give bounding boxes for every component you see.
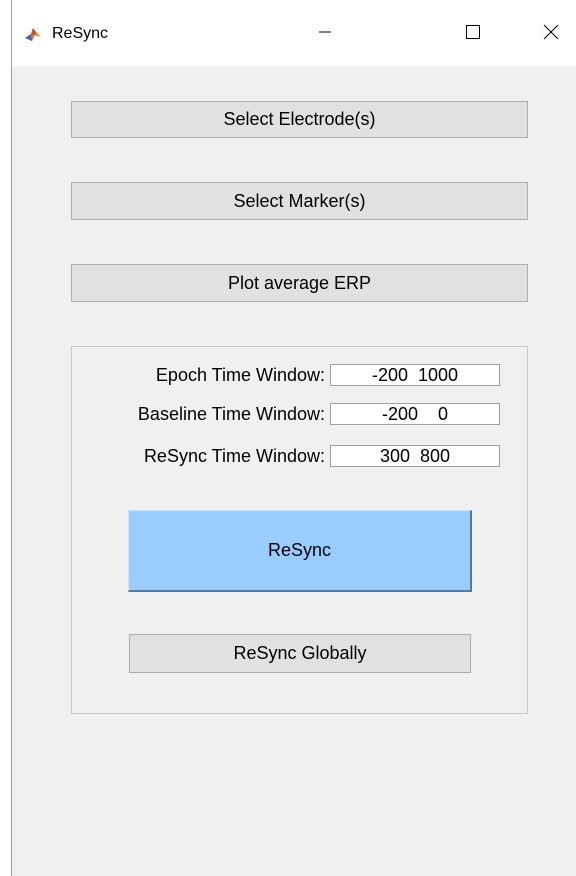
plot-average-erp-button[interactable]: Plot average ERP bbox=[71, 264, 528, 302]
minimize-icon bbox=[317, 24, 333, 45]
title-bar[interactable]: ReSync bbox=[12, 0, 576, 66]
baseline-time-window-label: Baseline Time Window: bbox=[137, 404, 325, 424]
resync-window: ReSync Select Electrode(s) Select Marker… bbox=[11, 0, 576, 876]
resync-globally-button[interactable]: ReSync Globally bbox=[129, 634, 471, 673]
select-markers-button[interactable]: Select Marker(s) bbox=[71, 182, 528, 220]
resync-time-window-label: ReSync Time Window: bbox=[143, 446, 325, 466]
window-title: ReSync bbox=[52, 25, 109, 42]
resync-time-window-input[interactable]: 300 800 bbox=[330, 445, 500, 467]
maximize-icon bbox=[465, 24, 481, 45]
close-icon bbox=[542, 23, 560, 46]
maximize-button[interactable] bbox=[450, 18, 496, 50]
resync-settings-panel: Epoch Time Window: -200 1000 Baseline Ti… bbox=[71, 346, 528, 714]
select-electrodes-button[interactable]: Select Electrode(s) bbox=[71, 101, 528, 138]
epoch-time-window-label: Epoch Time Window: bbox=[155, 365, 325, 385]
close-button[interactable] bbox=[528, 18, 574, 50]
matlab-icon bbox=[24, 26, 42, 44]
epoch-time-window-input[interactable]: -200 1000 bbox=[330, 364, 500, 386]
minimize-button[interactable] bbox=[302, 18, 348, 50]
baseline-time-window-input[interactable]: -200 0 bbox=[330, 403, 500, 425]
resync-button[interactable]: ReSync bbox=[128, 510, 472, 592]
